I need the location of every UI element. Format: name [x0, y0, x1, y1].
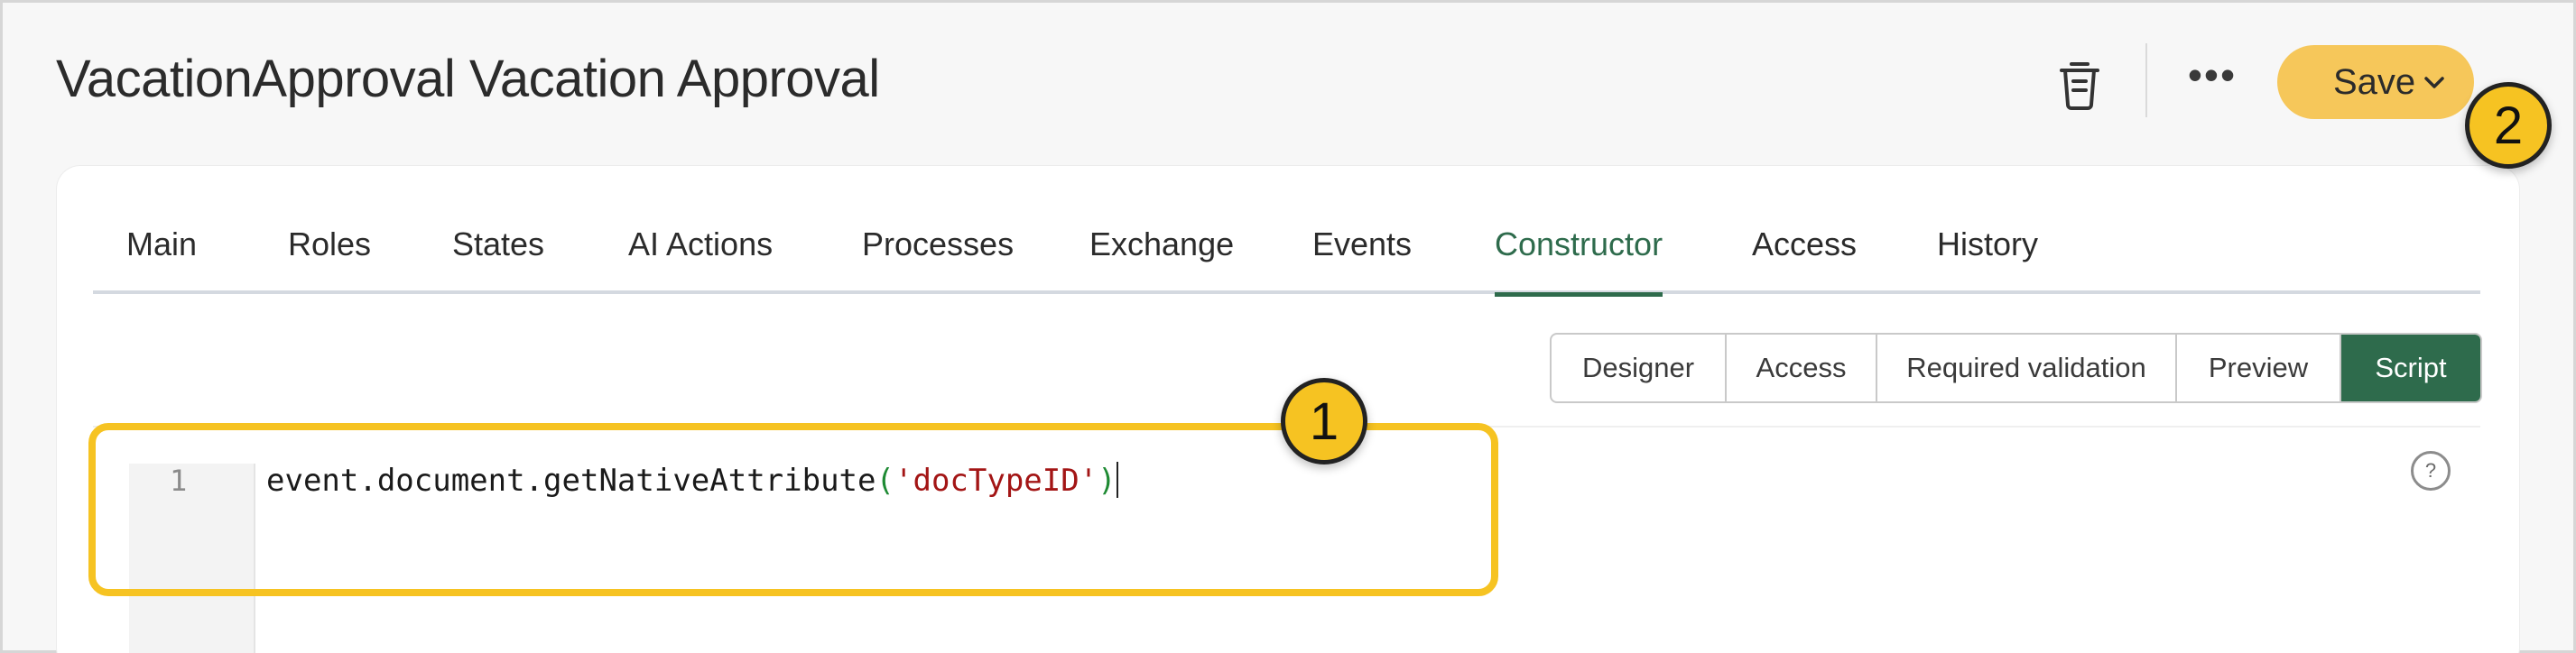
more-options-button[interactable]: •••	[2185, 54, 2239, 99]
annotation-highlight-box	[88, 423, 1498, 596]
tab-ai-actions[interactable]: AI Actions	[628, 225, 773, 294]
subtab-designer[interactable]: Designer	[1552, 335, 1727, 401]
help-icon[interactable]: ?	[2411, 451, 2451, 491]
save-button[interactable]: Save	[2277, 45, 2474, 119]
subtab-preview[interactable]: Preview	[2177, 335, 2341, 401]
header-divider	[2145, 43, 2147, 117]
annotation-badge-2: 2	[2465, 82, 2552, 169]
tab-main[interactable]: Main	[126, 225, 197, 294]
trash-icon	[2060, 62, 2099, 110]
constructor-mode-switch: Designer Access Required validation Prev…	[1550, 333, 2482, 403]
chevron-down-icon[interactable]	[2422, 72, 2447, 92]
save-button-label: Save	[2333, 61, 2416, 102]
tab-access[interactable]: Access	[1752, 225, 1857, 294]
tab-states[interactable]: States	[452, 225, 544, 294]
tab-bar: Main Roles States AI Actions Processes E…	[93, 225, 2480, 297]
subtab-required-validation[interactable]: Required validation	[1877, 335, 2177, 401]
subtab-script[interactable]: Script	[2341, 335, 2480, 401]
tab-constructor[interactable]: Constructor	[1495, 225, 1663, 297]
tab-roles[interactable]: Roles	[288, 225, 371, 294]
subtab-access[interactable]: Access	[1727, 335, 1877, 401]
delete-button[interactable]	[2056, 58, 2103, 112]
annotation-badge-1: 1	[1281, 378, 1367, 464]
tab-processes[interactable]: Processes	[862, 225, 1014, 294]
tab-exchange[interactable]: Exchange	[1089, 225, 1234, 294]
page-title: VacationApproval Vacation Approval	[56, 50, 880, 108]
tab-events[interactable]: Events	[1312, 225, 1412, 294]
tab-history[interactable]: History	[1937, 225, 2038, 294]
